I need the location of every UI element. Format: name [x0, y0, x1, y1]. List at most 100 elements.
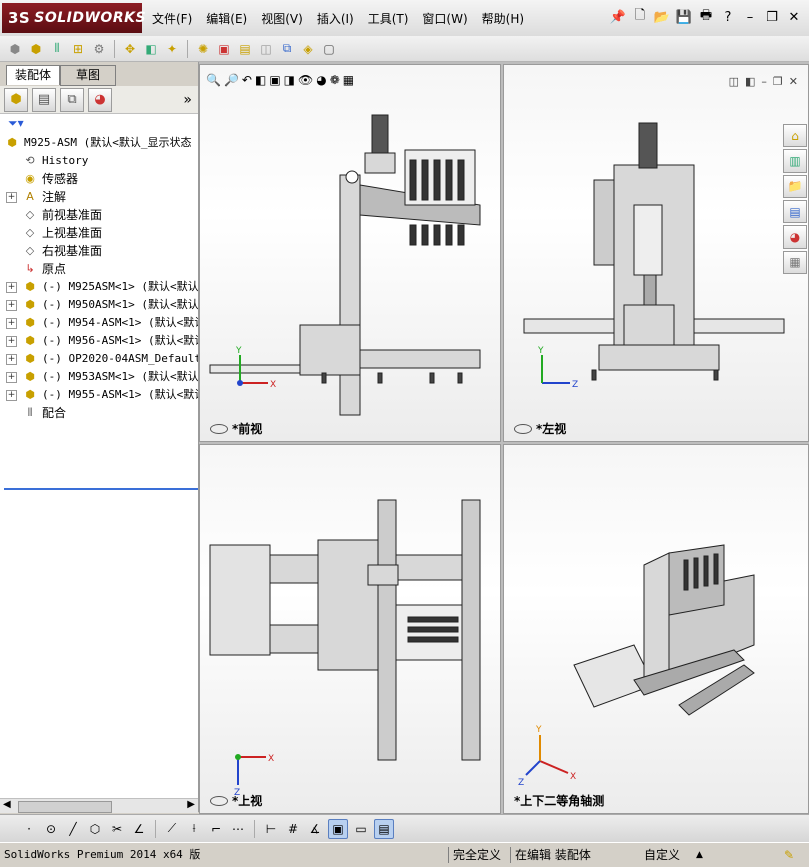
tree-item[interactable]: + A 注解	[0, 188, 198, 206]
move-component-icon[interactable]: ✥	[121, 40, 139, 58]
extend-icon[interactable]: ∠	[130, 820, 148, 838]
scroll-right-icon[interactable]: ▶	[187, 799, 195, 810]
expand-icon[interactable]: +	[6, 354, 17, 365]
viewport-left[interactable]: ◫ ◧ – ❐ ✕ Z Y *左视	[503, 64, 809, 442]
units-status[interactable]: 自定义	[644, 847, 680, 863]
home-icon[interactable]: ⌂	[783, 124, 807, 148]
display-manager-icon[interactable]: ◕	[88, 87, 112, 112]
custom-properties-icon[interactable]: ▦	[783, 250, 807, 274]
viewport-front[interactable]: 🔍 🔎 ↶ ◧ ▣ ◨ 👁 ◕ ❁ ▦ X Y *前视	[199, 64, 501, 442]
polygon-icon[interactable]: ⬡	[86, 820, 104, 838]
tree-item[interactable]: ⟲ History	[0, 152, 198, 170]
bill-of-materials-icon[interactable]: ▤	[236, 40, 254, 58]
menu-help[interactable]: 帮助(H)	[482, 10, 524, 27]
view-sketch-icon[interactable]: ▭	[352, 820, 370, 838]
rebuild-icon[interactable]: ✎	[784, 847, 794, 863]
tree-item[interactable]: ◉ 传感器	[0, 170, 198, 188]
viewport-top[interactable]: X Z *上视	[199, 444, 501, 814]
mirror-icon[interactable]: ⟊	[185, 820, 203, 838]
show-hidden-icon[interactable]: ◧	[142, 40, 160, 58]
exploded-view-icon[interactable]: ◫	[257, 40, 275, 58]
tree-item[interactable]: + ⬢ (-) OP2020-04ASM_Default<	[0, 350, 198, 368]
solidworks-logo[interactable]: 3S SOLIDWORKS	[2, 3, 146, 33]
corner-icon[interactable]: ⌐	[207, 820, 225, 838]
filter-icon[interactable]: ⏷▾	[8, 116, 24, 131]
viewport-dimetric[interactable]: Y X Z *上下二等角轴测	[503, 444, 809, 814]
tree-item[interactable]: ◇ 右视基准面	[0, 242, 198, 260]
mate-icon[interactable]: ⫴	[48, 40, 66, 58]
view-link-icon[interactable]	[514, 423, 532, 434]
rollback-bar[interactable]	[4, 488, 198, 490]
help-icon[interactable]: ?	[719, 8, 737, 26]
trim-icon[interactable]: ✂	[108, 820, 126, 838]
minimize-icon[interactable]: –	[741, 8, 759, 26]
instant3d-icon[interactable]: ◈	[299, 40, 317, 58]
scrollbar-thumb[interactable]	[18, 801, 112, 813]
assembly-features-icon[interactable]: ✦	[163, 40, 181, 58]
property-manager-icon[interactable]: ▤	[32, 87, 56, 112]
save-icon[interactable]: 💾	[675, 8, 693, 26]
horizontal-scrollbar[interactable]: ◀ ▶	[0, 798, 198, 813]
interference-icon[interactable]: ⧉	[278, 40, 296, 58]
snapshot-icon[interactable]: ▢	[320, 40, 338, 58]
tree-item[interactable]: + ⬢ (-) M925ASM<1> (默认<默认_	[0, 278, 198, 296]
tree-item[interactable]: + ⬢ (-) M956-ASM<1> (默认<默认	[0, 332, 198, 350]
spline-icon[interactable]: ⋯	[229, 820, 247, 838]
new-motion-study-icon[interactable]: ▣	[215, 40, 233, 58]
restore-icon[interactable]: ❐	[763, 8, 781, 26]
expand-chevron-icon[interactable]: »	[183, 92, 192, 108]
pin-icon[interactable]: 📌	[609, 8, 627, 26]
new-document-icon[interactable]: 🗋	[631, 8, 649, 26]
expand-icon[interactable]: +	[6, 300, 17, 311]
smart-fastener-icon[interactable]: ⚙	[90, 40, 108, 58]
tree-item[interactable]: + ⬢ (-) M953ASM<1> (默认<默认_	[0, 368, 198, 386]
linear-pattern-icon[interactable]: ⊞	[69, 40, 87, 58]
angle-icon[interactable]: ∡	[306, 820, 324, 838]
expand-icon[interactable]: +	[6, 336, 17, 347]
open-folder-icon[interactable]: 📂	[653, 8, 671, 26]
view-link-icon[interactable]	[210, 795, 228, 806]
tree-item[interactable]: ◇ 上视基准面	[0, 224, 198, 242]
reference-geometry-icon[interactable]: ✺	[194, 40, 212, 58]
dimension-icon[interactable]: ⊢	[262, 820, 280, 838]
menu-window[interactable]: 窗口(W)	[422, 10, 467, 27]
close-icon[interactable]: ✕	[785, 8, 803, 26]
tree-item[interactable]: + ⬢ (-) M955-ASM<1> (默认<默认	[0, 386, 198, 404]
scroll-left-icon[interactable]: ◀	[3, 799, 11, 810]
menu-view[interactable]: 视图(V)	[261, 10, 303, 27]
menu-edit[interactable]: 编辑(E)	[206, 10, 247, 27]
tree-item[interactable]: ◇ 前视基准面	[0, 206, 198, 224]
configuration-manager-icon[interactable]: ⧉	[60, 87, 84, 112]
assembly-icon[interactable]: ⬢	[6, 40, 24, 58]
tree-item[interactable]: + ⬢ (-) M954-ASM<1> (默认<默认	[0, 314, 198, 332]
menu-insert[interactable]: 插入(I)	[317, 10, 354, 27]
file-explorer-icon[interactable]: 📁	[783, 174, 807, 198]
tab-sketch[interactable]: 草图	[60, 65, 116, 86]
tree-item[interactable]: ⬢ M925-ASM (默认<默认_显示状态	[0, 134, 198, 152]
grid-icon[interactable]: #	[284, 820, 302, 838]
expand-icon[interactable]: +	[6, 318, 17, 329]
view-link-icon[interactable]	[210, 423, 228, 434]
tab-assembly[interactable]: 装配体	[6, 65, 61, 85]
menu-tools[interactable]: 工具(T)	[368, 10, 409, 27]
expand-icon[interactable]: +	[6, 192, 17, 203]
print-icon[interactable]: 🖶	[697, 8, 715, 26]
sketch-table-icon[interactable]: ▤	[374, 818, 394, 839]
circle-center-icon[interactable]: ⊙	[42, 820, 60, 838]
feature-manager-icon[interactable]: ⬢	[4, 87, 28, 112]
line-icon[interactable]: ╱	[64, 820, 82, 838]
insert-component-icon[interactable]: ⬢	[27, 40, 45, 58]
graphics-area[interactable]: 🔍 🔎 ↶ ◧ ▣ ◨ 👁 ◕ ❁ ▦ X Y *前视 ◫ ◧ – ❐ ✕ Z …	[199, 62, 809, 814]
expand-icon[interactable]: +	[6, 390, 17, 401]
offset-icon[interactable]: ⟋	[163, 820, 181, 838]
tree-filter[interactable]: ⏷▾	[0, 114, 198, 132]
menu-file[interactable]: 文件(F)	[152, 10, 192, 27]
units-arrow-icon[interactable]: ▲	[696, 847, 703, 863]
tree-item[interactable]: ↳ 原点	[0, 260, 198, 278]
expand-icon[interactable]: +	[6, 372, 17, 383]
appearances-icon[interactable]: ◕	[783, 225, 807, 249]
tree-item[interactable]: + ⬢ (-) M950ASM<1> (默认<默认_	[0, 296, 198, 314]
shaded-sketch-icon[interactable]: ▣	[328, 818, 348, 839]
view-palette-icon[interactable]: ▤	[783, 199, 807, 224]
design-library-icon[interactable]: ▥	[783, 149, 807, 173]
